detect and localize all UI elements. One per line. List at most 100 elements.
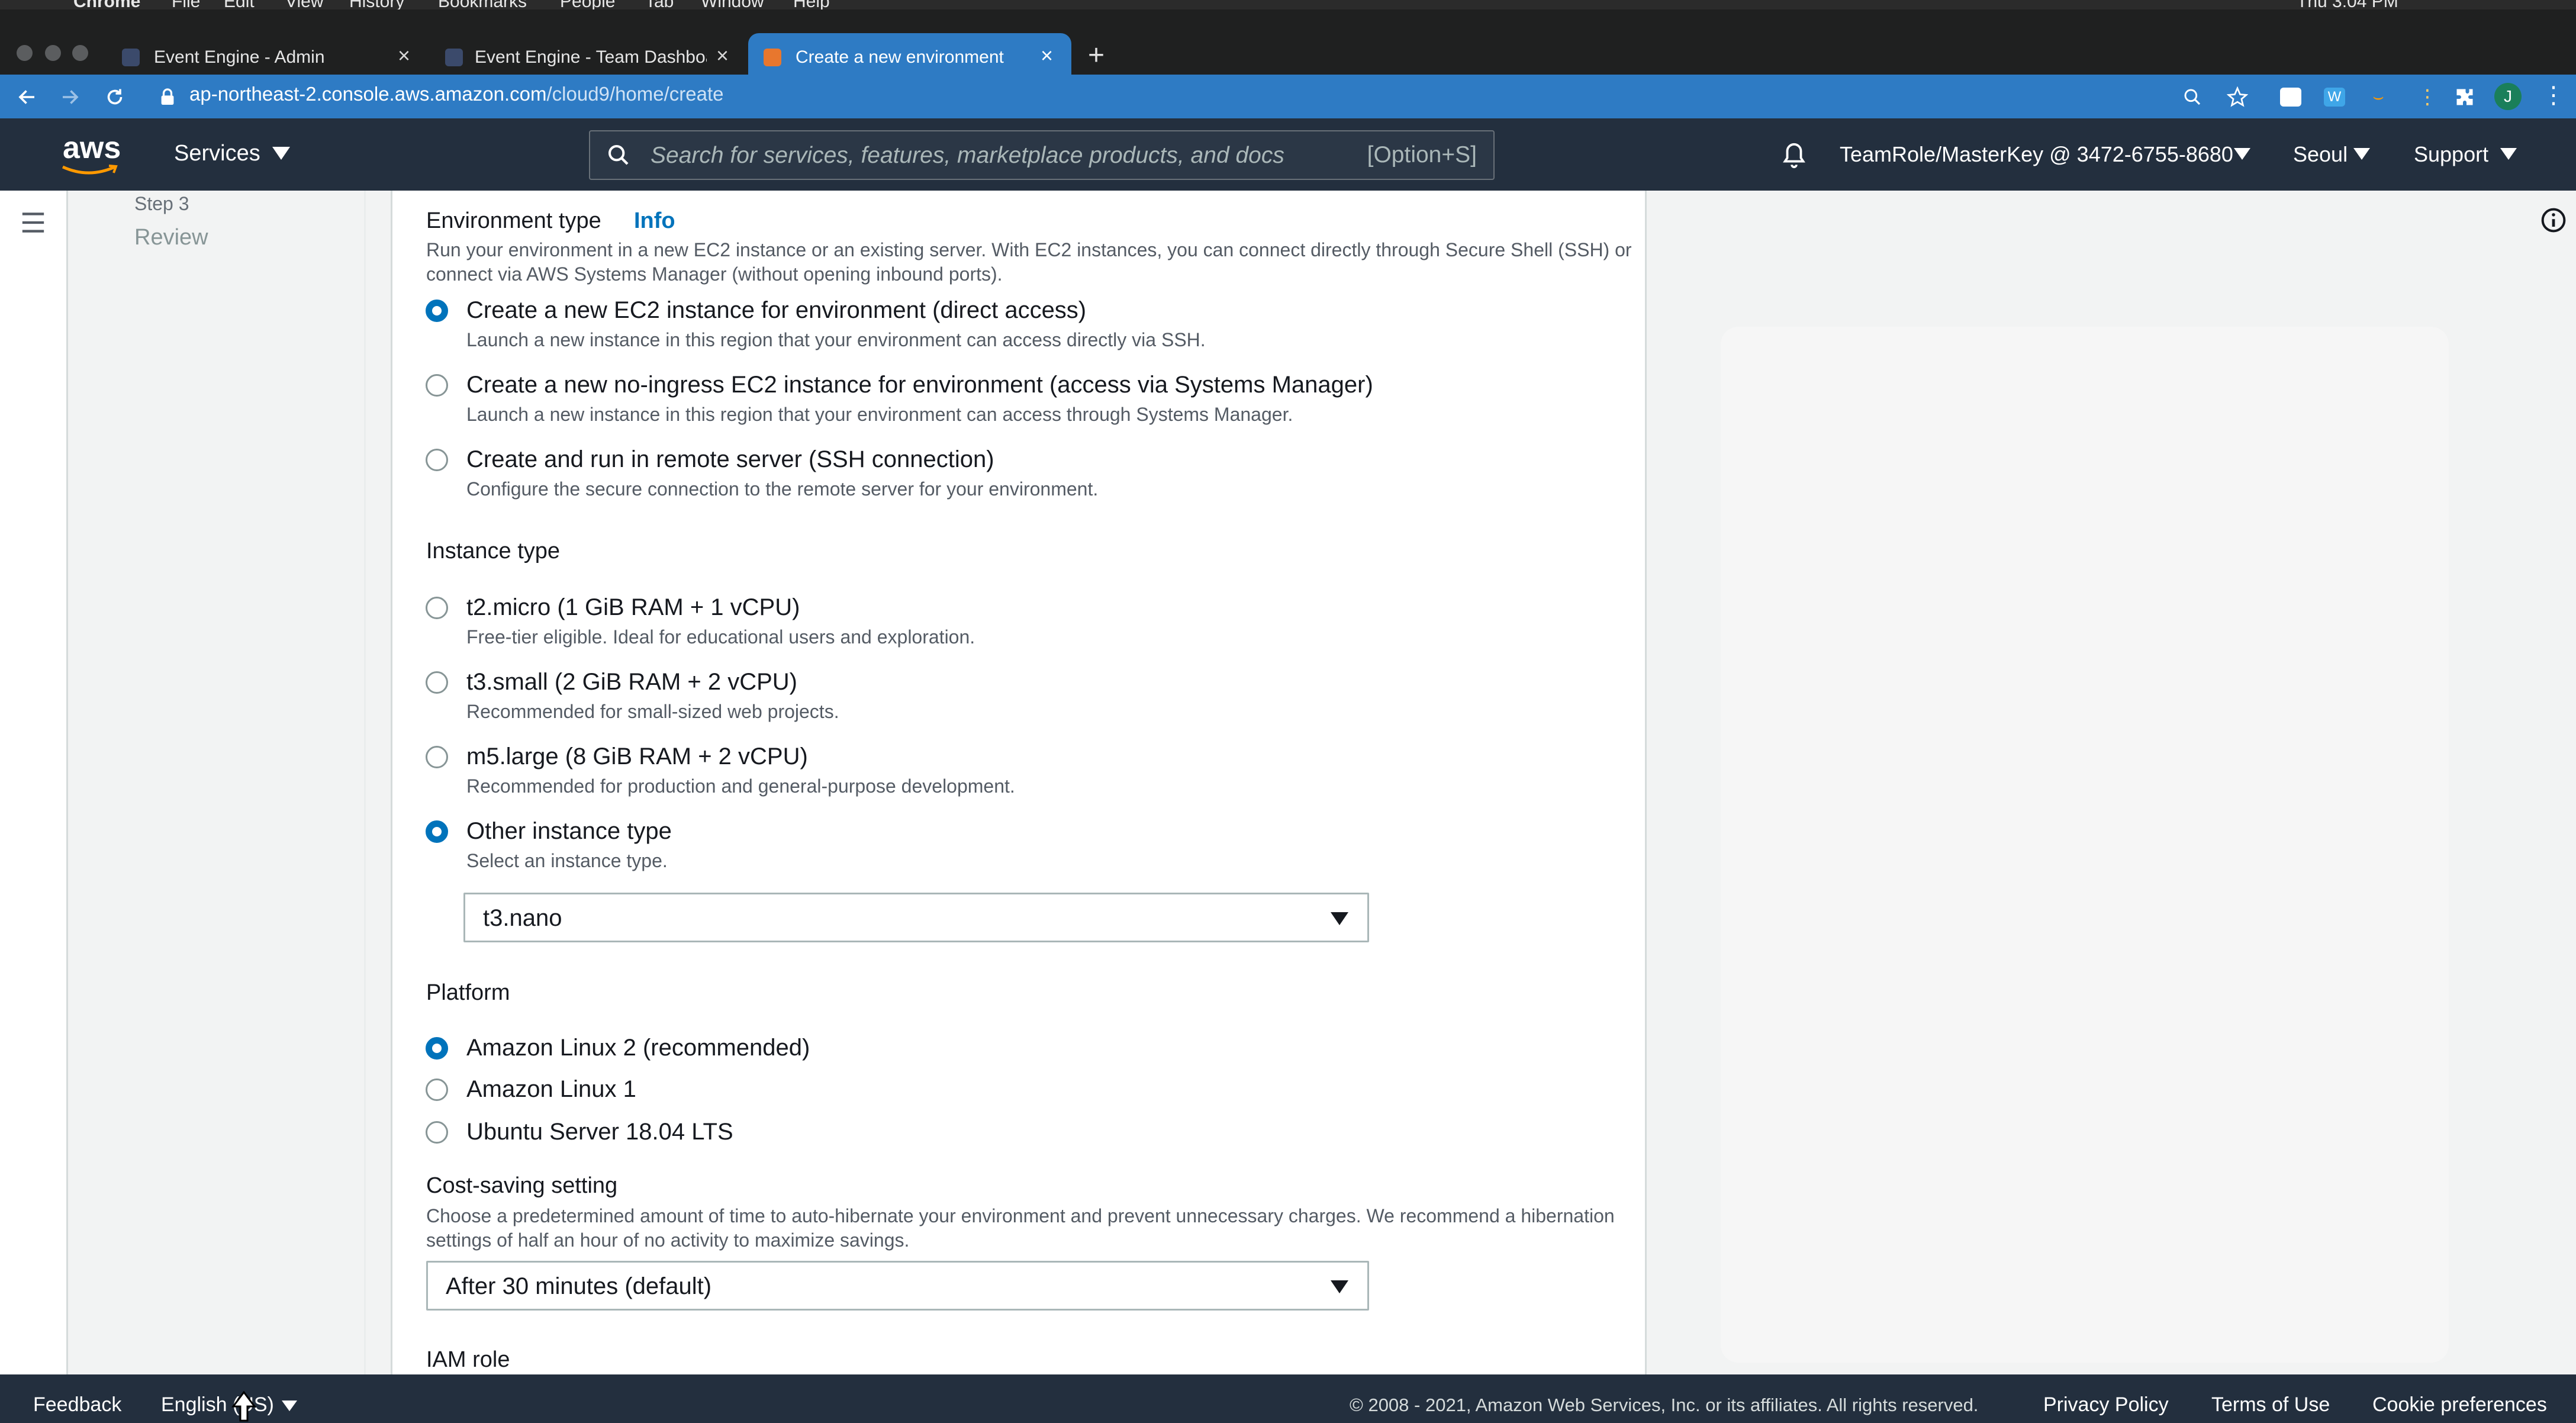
cost-saving-description: Choose a predetermined amount of time to… bbox=[426, 1205, 1615, 1251]
aws-logo[interactable]: aws bbox=[60, 131, 131, 181]
tab-title: Event Engine - Team Dashboard bbox=[475, 47, 707, 67]
tab-title: Create a new environment bbox=[796, 47, 1004, 67]
search-input[interactable] bbox=[649, 141, 1332, 170]
menubar-history[interactable]: History bbox=[349, 0, 404, 9]
menubar-app-name[interactable]: Chrome bbox=[73, 0, 140, 9]
environment-type-label: Environment type bbox=[426, 208, 601, 233]
option-remote-ssh-desc: Configure the secure connection to the r… bbox=[466, 478, 1099, 500]
menubar-bookmarks[interactable]: Bookmarks bbox=[438, 0, 527, 9]
chevron-down-icon bbox=[272, 147, 290, 160]
browser-menu-icon[interactable]: ⋮ bbox=[2542, 82, 2565, 109]
iam-role-label: IAM role bbox=[426, 1347, 510, 1372]
option-other-instance-label[interactable]: Other instance type bbox=[466, 818, 672, 845]
option-t3-small-desc: Recommended for small-sized web projects… bbox=[466, 701, 839, 722]
hamburger-menu-icon[interactable] bbox=[20, 211, 46, 234]
new-tab-button[interactable]: + bbox=[1088, 39, 1105, 72]
option-amazon-linux-1-label[interactable]: Amazon Linux 1 bbox=[466, 1076, 636, 1103]
chevron-down-icon bbox=[2353, 148, 2370, 160]
wizard-step-number: Step 3 bbox=[134, 193, 189, 214]
menubar-people[interactable]: People bbox=[560, 0, 615, 9]
radio-m5-large[interactable] bbox=[426, 746, 448, 768]
radio-no-ingress-ec2[interactable] bbox=[426, 374, 448, 397]
option-amazon-linux-2-label[interactable]: Amazon Linux 2 (recommended) bbox=[466, 1035, 810, 1061]
radio-remote-ssh[interactable] bbox=[426, 449, 448, 471]
tab-close-icon[interactable]: × bbox=[716, 45, 729, 66]
bookmark-star-icon[interactable] bbox=[2227, 86, 2248, 108]
radio-t3-small[interactable] bbox=[426, 671, 448, 694]
notifications-bell-icon[interactable] bbox=[1780, 141, 1808, 170]
back-arrow-icon[interactable] bbox=[17, 86, 38, 108]
divider bbox=[364, 191, 366, 1374]
radio-t2-micro[interactable] bbox=[426, 597, 448, 619]
radio-other-instance-type[interactable] bbox=[426, 820, 448, 843]
forward-arrow-icon[interactable] bbox=[59, 86, 80, 108]
option-t3-small-label[interactable]: t3.small (2 GiB RAM + 2 vCPU) bbox=[466, 669, 797, 696]
zoom-icon[interactable] bbox=[2183, 88, 2202, 107]
region-menu[interactable]: Seoul bbox=[2293, 142, 2376, 170]
info-circle-icon[interactable] bbox=[2540, 207, 2567, 233]
radio-amazon-linux-1[interactable] bbox=[426, 1078, 448, 1101]
tab-close-icon[interactable]: × bbox=[1041, 45, 1053, 66]
menubar-edit[interactable]: Edit bbox=[224, 0, 255, 9]
option-no-ingress-desc: Launch a new instance in this region tha… bbox=[466, 404, 1293, 425]
menubar-window[interactable]: Window bbox=[701, 0, 764, 9]
reload-icon[interactable] bbox=[104, 86, 125, 108]
menubar-tab[interactable]: Tab bbox=[645, 0, 674, 9]
chevron-down-icon bbox=[2500, 148, 2517, 160]
option-m5-large-label[interactable]: m5.large (8 GiB RAM + 2 vCPU) bbox=[466, 743, 808, 770]
support-menu[interactable]: Support bbox=[2414, 142, 2520, 170]
menubar-view[interactable]: View bbox=[285, 0, 323, 9]
tab-close-icon[interactable]: × bbox=[398, 45, 410, 66]
privacy-policy-link[interactable]: Privacy Policy bbox=[2043, 1393, 2169, 1416]
feedback-link[interactable]: Feedback bbox=[33, 1393, 121, 1416]
extension-w-icon[interactable]: W bbox=[2324, 88, 2345, 107]
extension-icon[interactable] bbox=[2280, 88, 2301, 107]
radio-ubuntu-18-04[interactable] bbox=[426, 1121, 448, 1144]
account-menu[interactable]: TeamRole/MasterKey @ 3472-6755-8680 bbox=[1840, 142, 2250, 170]
console-footer: Feedback English (US) © 2008 - 2021, Ama… bbox=[0, 1374, 2576, 1423]
event-engine-favicon-icon bbox=[445, 49, 463, 66]
wizard-step-review[interactable]: Review bbox=[134, 225, 208, 250]
menubar-help[interactable]: Help bbox=[793, 0, 830, 9]
right-blank-area bbox=[1647, 191, 2576, 1374]
cost-saving-select[interactable]: After 30 minutes (default) bbox=[426, 1261, 1369, 1311]
instance-type-select-value: t3.nano bbox=[483, 905, 562, 931]
option-t2-micro-label[interactable]: t2.micro (1 GiB RAM + 1 vCPU) bbox=[466, 594, 800, 621]
region-label: Seoul bbox=[2293, 142, 2348, 166]
macos-menubar: Chrome File Edit View History Bookmarks … bbox=[0, 0, 2576, 9]
copyright-text: © 2008 - 2021, Amazon Web Services, Inc.… bbox=[1350, 1395, 1979, 1415]
cookie-preferences-link[interactable]: Cookie preferences bbox=[2372, 1393, 2547, 1416]
option-ec2-direct-label[interactable]: Create a new EC2 instance for environmen… bbox=[466, 297, 1086, 324]
window-zoom-button[interactable] bbox=[72, 45, 88, 61]
address-bar[interactable]: ap-northeast-2.console.aws.amazon.com/cl… bbox=[189, 83, 724, 105]
instance-type-label: Instance type bbox=[426, 539, 561, 564]
aws-logo-text: aws bbox=[63, 131, 121, 165]
option-other-instance-desc: Select an instance type. bbox=[466, 850, 668, 871]
browser-toolbar: ap-northeast-2.console.aws.amazon.com/cl… bbox=[0, 75, 2576, 118]
option-no-ingress-label[interactable]: Create a new no-ingress EC2 instance for… bbox=[466, 372, 1373, 398]
amazon-extension-icon[interactable]: ⌣ bbox=[2366, 88, 2390, 107]
option-ubuntu-label[interactable]: Ubuntu Server 18.04 LTS bbox=[466, 1119, 733, 1145]
lock-icon[interactable] bbox=[160, 88, 175, 107]
menubar-clock: Thu 3:04 PM bbox=[2297, 0, 2398, 9]
option-remote-ssh-label[interactable]: Create and run in remote server (SSH con… bbox=[466, 446, 994, 473]
window-close-button[interactable] bbox=[17, 45, 33, 61]
background-area bbox=[1721, 327, 2449, 1363]
extensions-puzzle-icon[interactable] bbox=[2454, 86, 2475, 108]
extension-alert-icon[interactable]: ⋮ bbox=[2417, 85, 2437, 109]
profile-avatar[interactable]: J bbox=[2494, 83, 2522, 110]
chevron-down-icon bbox=[2234, 148, 2250, 160]
platform-label: Platform bbox=[426, 980, 510, 1005]
aws-search-box[interactable]: [Option+S] bbox=[589, 130, 1495, 180]
radio-amazon-linux-2[interactable] bbox=[426, 1037, 448, 1060]
tab-title: Event Engine - Admin bbox=[154, 47, 325, 67]
radio-ec2-direct-access[interactable] bbox=[426, 300, 448, 322]
url-path: /cloud9/home/create bbox=[546, 83, 724, 105]
menubar-file[interactable]: File bbox=[172, 0, 200, 9]
instance-type-select[interactable]: t3.nano bbox=[463, 893, 1369, 942]
info-link[interactable]: Info bbox=[634, 208, 675, 234]
url-host: ap-northeast-2.console.aws.amazon.com bbox=[189, 83, 547, 105]
aws-console-header: aws Services [Option+S] TeamRole/MasterK… bbox=[0, 118, 2576, 191]
window-minimize-button[interactable] bbox=[45, 45, 61, 61]
terms-of-use-link[interactable]: Terms of Use bbox=[2211, 1393, 2330, 1416]
